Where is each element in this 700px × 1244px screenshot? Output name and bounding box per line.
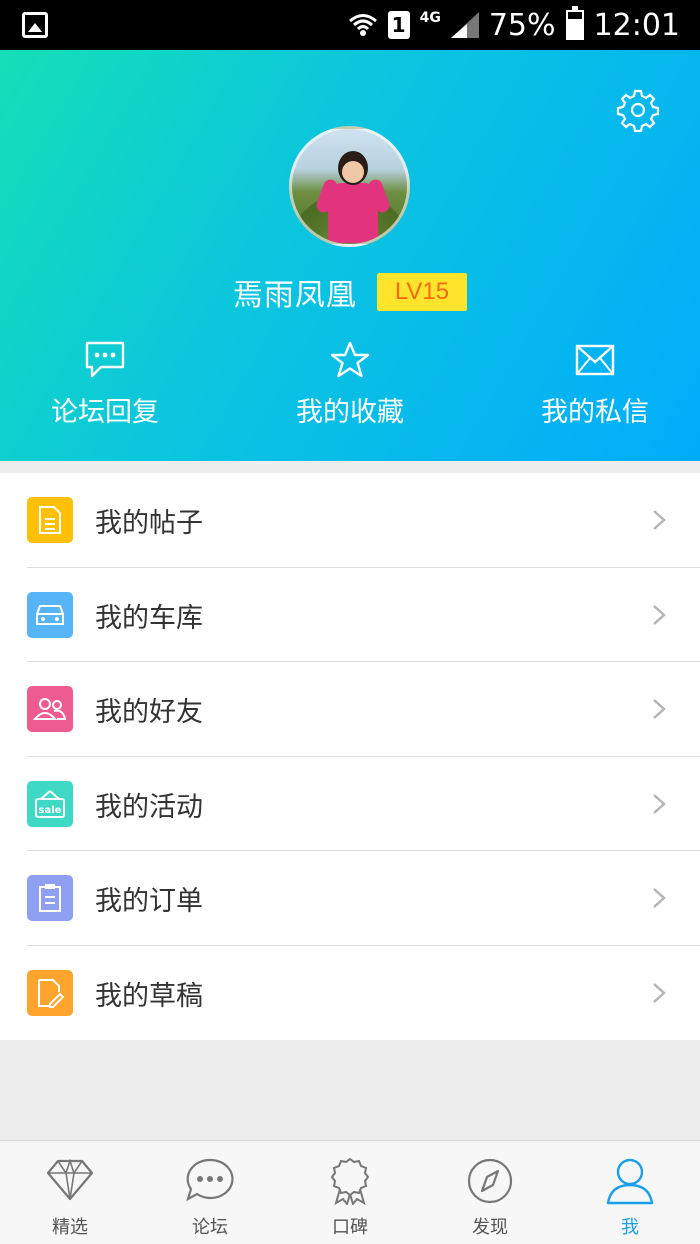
username-row: 焉雨凤凰 LV15 <box>0 270 700 314</box>
quick-action-label: 我的收藏 <box>296 397 404 428</box>
award-ribbon-icon <box>330 1157 370 1205</box>
quick-action-label: 论坛回复 <box>51 397 159 428</box>
avatar-detail <box>342 161 364 183</box>
tab-label: 论坛 <box>192 1217 228 1238</box>
network-type: 4G <box>419 10 441 26</box>
menu-item-my-garage[interactable]: 我的车库 <box>0 568 700 662</box>
profile-header: 焉雨凤凰 LV15 论坛回复 我的收藏 我的私信 <box>0 50 700 461</box>
chevron-right-icon <box>653 888 666 908</box>
battery-icon <box>565 6 584 40</box>
friends-icon <box>27 686 73 732</box>
compass-icon <box>467 1158 513 1204</box>
profile-screen: 1 4G 75% 12:01 焉雨凤凰 LV15 论坛回复 我的收藏 我的私信 … <box>0 0 700 1244</box>
sale-tag-icon: sale <box>27 780 73 827</box>
status-bar: 1 4G 75% 12:01 <box>0 0 700 50</box>
quick-action-label: 我的私信 <box>541 397 649 428</box>
chat-bubble-icon <box>186 1158 234 1202</box>
avatar[interactable] <box>289 126 410 247</box>
car-icon <box>27 591 73 638</box>
gallery-notification-icon <box>22 12 48 38</box>
gear-icon[interactable] <box>616 88 660 132</box>
menu-item-my-activities[interactable]: sale 我的活动 <box>0 757 700 851</box>
battery-percent: 75% <box>488 7 556 43</box>
menu-item-label: 我的活动 <box>95 791 203 823</box>
menu-item-my-orders[interactable]: 我的订单 <box>0 851 700 946</box>
tab-label: 我 <box>621 1217 639 1238</box>
chevron-right-icon <box>653 699 666 719</box>
tab-forum[interactable]: 论坛 <box>140 1141 280 1244</box>
clipboard-icon <box>27 875 73 921</box>
document-icon <box>27 497 73 543</box>
chevron-right-icon <box>653 510 666 530</box>
menu-item-label: 我的好友 <box>95 697 203 728</box>
cell-signal-icon <box>450 12 479 38</box>
chevron-right-icon <box>653 604 666 625</box>
draft-icon <box>27 969 73 1016</box>
tab-me[interactable]: 我 <box>560 1141 700 1244</box>
quick-action-forum-replies[interactable]: 论坛回复 <box>15 340 195 440</box>
envelope-icon <box>575 344 615 376</box>
battery-fill <box>567 18 582 38</box>
sale-text: sale <box>39 805 62 816</box>
tab-label: 精选 <box>52 1217 88 1238</box>
tab-featured[interactable]: 精选 <box>0 1141 140 1244</box>
menu-item-label: 我的帖子 <box>95 508 203 539</box>
sim-icon: 1 <box>387 11 410 39</box>
bottom-tab-bar: 精选 论坛 口碑 发现 我 <box>0 1140 700 1244</box>
level-badge: LV15 <box>376 273 468 311</box>
tab-label: 发现 <box>472 1217 508 1238</box>
quick-action-favorites[interactable]: 我的收藏 <box>260 340 440 440</box>
person-icon <box>606 1158 654 1205</box>
wifi-icon <box>348 14 377 36</box>
menu-item-my-posts[interactable]: 我的帖子 <box>0 473 700 568</box>
chevron-right-icon <box>653 793 666 814</box>
tab-reputation[interactable]: 口碑 <box>280 1141 420 1244</box>
star-icon <box>330 341 370 378</box>
avatar-detail <box>328 183 378 243</box>
username[interactable]: 焉雨凤凰 <box>233 270 357 314</box>
menu-item-my-drafts[interactable]: 我的草稿 <box>0 946 700 1041</box>
menu-item-label: 我的车库 <box>95 602 203 634</box>
menu-list: 我的帖子 我的车库 我的好友 sale 我的活动 我的订单 我的草稿 <box>0 473 700 1040</box>
tab-label: 口碑 <box>332 1217 368 1238</box>
chevron-right-icon <box>653 982 666 1003</box>
diamond-icon <box>46 1158 94 1201</box>
menu-item-label: 我的订单 <box>95 886 203 917</box>
quick-action-messages[interactable]: 我的私信 <box>505 340 685 440</box>
menu-item-my-friends[interactable]: 我的好友 <box>0 662 700 757</box>
clock: 12:01 <box>593 7 680 43</box>
tab-discover[interactable]: 发现 <box>420 1141 560 1244</box>
chat-bubble-icon <box>85 341 125 378</box>
status-right: 1 4G 75% 12:01 <box>348 0 680 50</box>
menu-item-label: 我的草稿 <box>95 980 203 1012</box>
